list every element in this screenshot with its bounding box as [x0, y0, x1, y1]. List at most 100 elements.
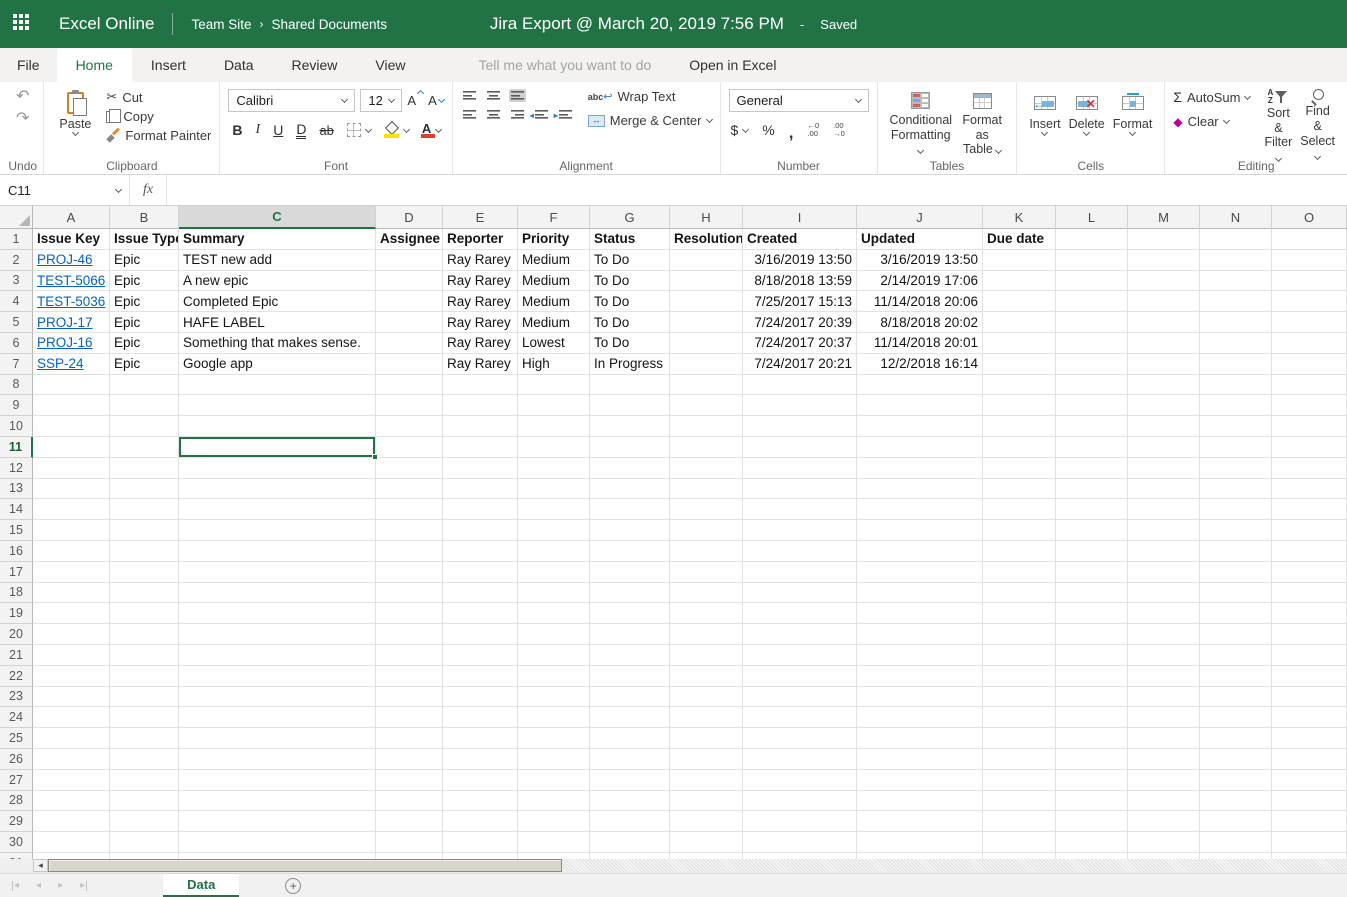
cell-N24[interactable] [1200, 707, 1272, 728]
row-header-28[interactable]: 28 [0, 791, 33, 812]
cell-E9[interactable] [443, 395, 518, 416]
cell-A10[interactable] [33, 416, 110, 437]
tab-review[interactable]: Review [273, 48, 357, 82]
cell-A11[interactable] [33, 437, 110, 458]
cell-I6[interactable]: 7/24/2017 20:37 [743, 333, 857, 354]
cell-K23[interactable] [983, 687, 1056, 708]
cell-H4[interactable] [670, 291, 743, 312]
cell-M24[interactable] [1128, 707, 1200, 728]
cell-K1[interactable]: Due date [983, 229, 1056, 250]
cell-M28[interactable] [1128, 791, 1200, 812]
cell-F9[interactable] [518, 395, 590, 416]
cell-D22[interactable] [376, 666, 443, 687]
find-select-button[interactable]: Find & Select [1296, 89, 1339, 157]
undo-icon[interactable]: ↶ [16, 89, 29, 105]
cell-G20[interactable] [590, 624, 670, 645]
cell-C6[interactable]: Something that makes sense. [179, 333, 376, 354]
cell-F19[interactable] [518, 603, 590, 624]
cell-N6[interactable] [1200, 333, 1272, 354]
increase-indent-button[interactable]: ▸ [557, 108, 574, 121]
cell-A20[interactable] [33, 624, 110, 645]
cell-O9[interactable] [1272, 395, 1347, 416]
row-header-10[interactable]: 10 [0, 416, 33, 437]
cell-C20[interactable] [179, 624, 376, 645]
cell-B13[interactable] [110, 479, 179, 500]
cell-O11[interactable] [1272, 437, 1347, 458]
cell-D6[interactable] [376, 333, 443, 354]
cell-M27[interactable] [1128, 770, 1200, 791]
cell-L9[interactable] [1056, 395, 1128, 416]
cell-I27[interactable] [743, 770, 857, 791]
cell-L26[interactable] [1056, 749, 1128, 770]
cell-G9[interactable] [590, 395, 670, 416]
row-header-16[interactable]: 16 [0, 541, 33, 562]
column-header-N[interactable]: N [1200, 206, 1272, 229]
cell-J28[interactable] [857, 791, 983, 812]
cell-K7[interactable] [983, 354, 1056, 375]
column-header-H[interactable]: H [670, 206, 743, 229]
column-header-K[interactable]: K [983, 206, 1056, 229]
cell-D10[interactable] [376, 416, 443, 437]
cell-G12[interactable] [590, 458, 670, 479]
cell-D19[interactable] [376, 603, 443, 624]
cell-L20[interactable] [1056, 624, 1128, 645]
column-header-E[interactable]: E [443, 206, 518, 229]
cell-J22[interactable] [857, 666, 983, 687]
cell-O12[interactable] [1272, 458, 1347, 479]
row-header-27[interactable]: 27 [0, 770, 33, 791]
cell-J8[interactable] [857, 375, 983, 396]
percent-button[interactable]: % [762, 123, 774, 137]
cell-J6[interactable]: 11/14/2018 20:01 [857, 333, 983, 354]
cell-A19[interactable] [33, 603, 110, 624]
cell-I11[interactable] [743, 437, 857, 458]
fill-color-button[interactable] [384, 123, 409, 138]
cell-J16[interactable] [857, 541, 983, 562]
cell-B8[interactable] [110, 375, 179, 396]
cell-N18[interactable] [1200, 583, 1272, 604]
scroll-left-arrow-icon[interactable]: ◂ [33, 859, 48, 872]
cell-J10[interactable] [857, 416, 983, 437]
cell-A15[interactable] [33, 520, 110, 541]
cell-J25[interactable] [857, 728, 983, 749]
number-format-select[interactable]: General [729, 89, 869, 112]
cell-C17[interactable] [179, 562, 376, 583]
cell-C13[interactable] [179, 479, 376, 500]
cell-H24[interactable] [670, 707, 743, 728]
cell-D18[interactable] [376, 583, 443, 604]
cell-O7[interactable] [1272, 354, 1347, 375]
cell-M1[interactable] [1128, 229, 1200, 250]
cell-B17[interactable] [110, 562, 179, 583]
cell-J21[interactable] [857, 645, 983, 666]
cell-M3[interactable] [1128, 271, 1200, 292]
cell-L28[interactable] [1056, 791, 1128, 812]
cell-M9[interactable] [1128, 395, 1200, 416]
cell-K17[interactable] [983, 562, 1056, 583]
cell-C14[interactable] [179, 499, 376, 520]
cell-M10[interactable] [1128, 416, 1200, 437]
cell-M2[interactable] [1128, 250, 1200, 271]
cell-K12[interactable] [983, 458, 1056, 479]
cell-F23[interactable] [518, 687, 590, 708]
cell-K15[interactable] [983, 520, 1056, 541]
cell-M18[interactable] [1128, 583, 1200, 604]
cell-K29[interactable] [983, 811, 1056, 832]
cell-A5[interactable]: PROJ-17 [33, 312, 110, 333]
cell-I23[interactable] [743, 687, 857, 708]
cell-K16[interactable] [983, 541, 1056, 562]
cell-C30[interactable] [179, 832, 376, 853]
cell-D13[interactable] [376, 479, 443, 500]
row-header-7[interactable]: 7 [0, 354, 33, 375]
cell-H11[interactable] [670, 437, 743, 458]
cell-C3[interactable]: A new epic [179, 271, 376, 292]
decrease-indent-button[interactable]: ◂ [533, 108, 550, 121]
cell-D30[interactable] [376, 832, 443, 853]
cell-G18[interactable] [590, 583, 670, 604]
cell-I14[interactable] [743, 499, 857, 520]
cell-G3[interactable]: To Do [590, 271, 670, 292]
font-size-select[interactable]: 12 [360, 89, 402, 112]
cell-D29[interactable] [376, 811, 443, 832]
cell-B28[interactable] [110, 791, 179, 812]
cell-M22[interactable] [1128, 666, 1200, 687]
cell-J12[interactable] [857, 458, 983, 479]
cell-O14[interactable] [1272, 499, 1347, 520]
